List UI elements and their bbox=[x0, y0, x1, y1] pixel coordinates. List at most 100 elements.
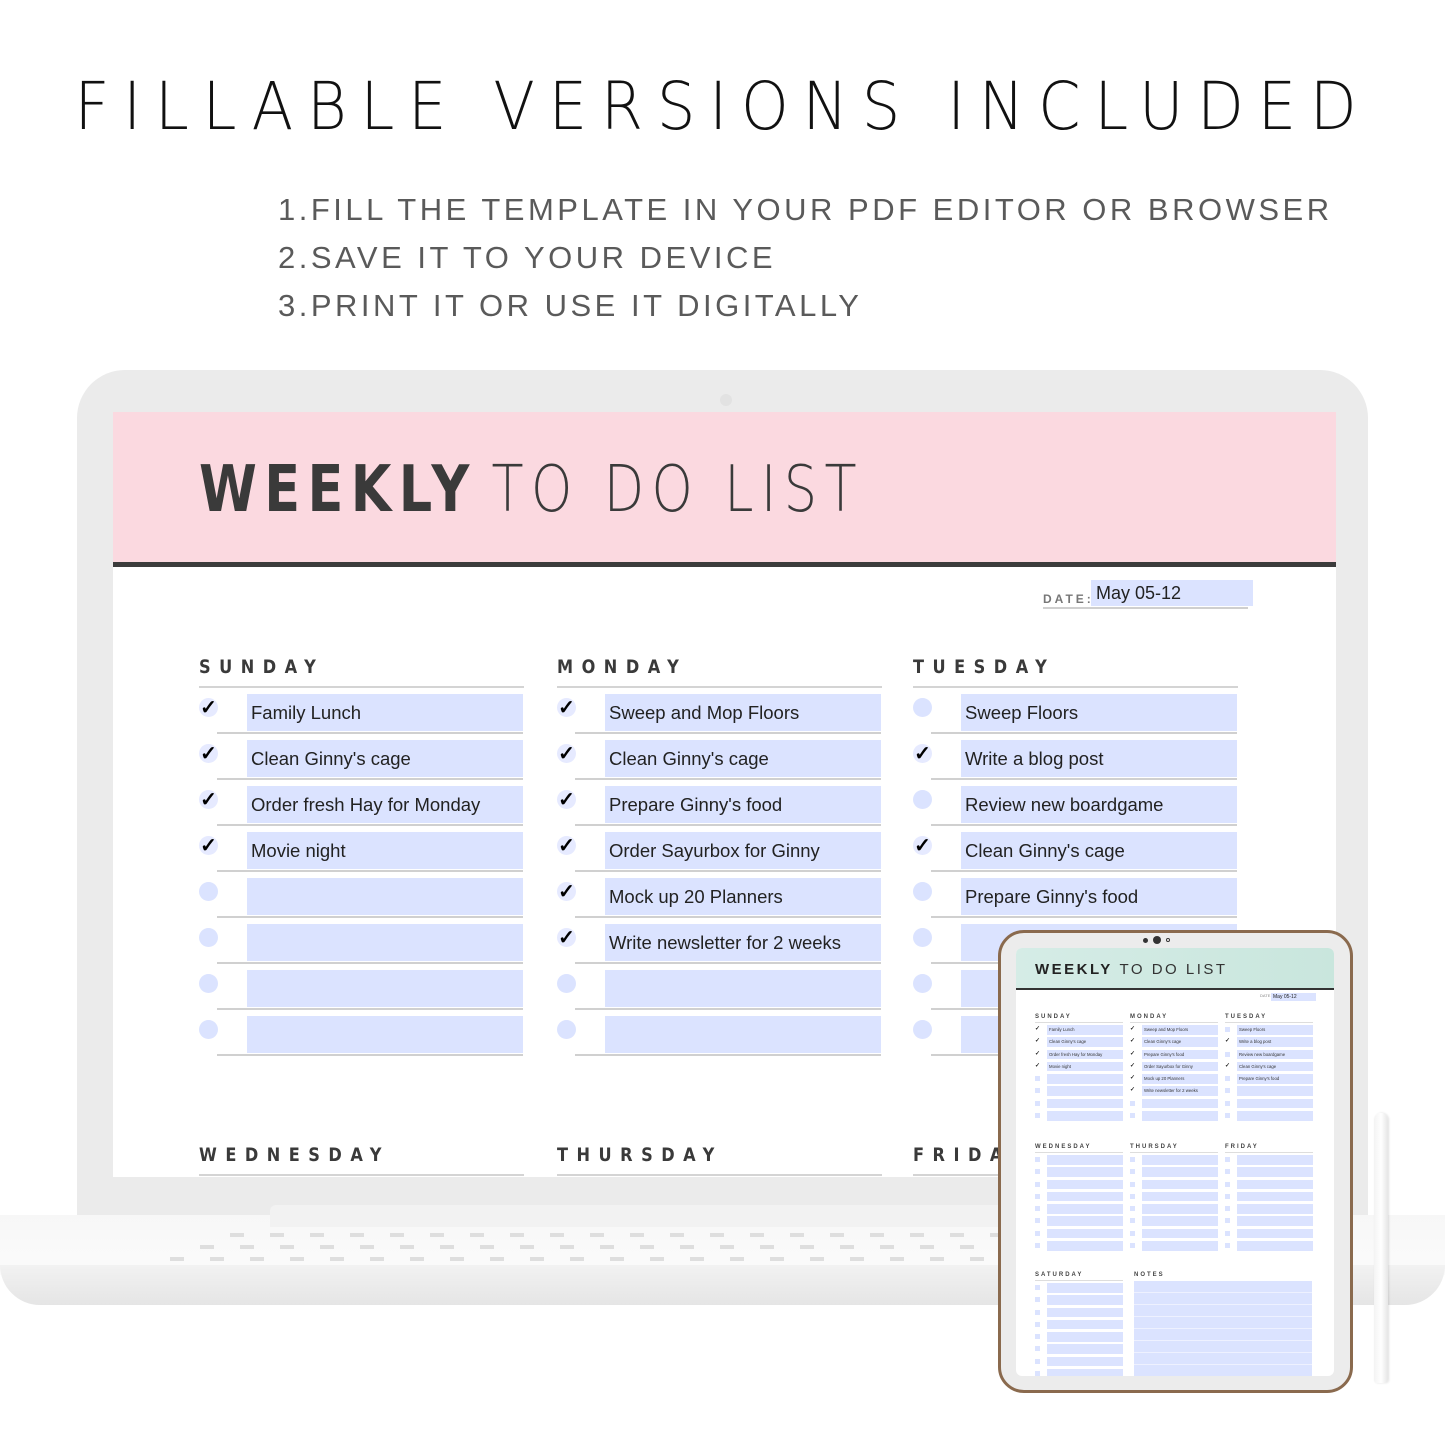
checkbox-unchecked[interactable] bbox=[557, 1020, 576, 1039]
task-input[interactable]: Prepare Ginny's food bbox=[961, 878, 1237, 915]
tablet-task-input[interactable]: Clean Ginny's cage bbox=[1047, 1037, 1123, 1047]
tablet-checkbox-unchecked[interactable] bbox=[1035, 1100, 1040, 1106]
tablet-checkbox-unchecked[interactable] bbox=[1130, 1193, 1135, 1199]
tablet-checkbox-unchecked[interactable] bbox=[1225, 1027, 1230, 1032]
task-input[interactable]: Family Lunch bbox=[247, 694, 523, 731]
tablet-task-input[interactable] bbox=[1047, 1204, 1123, 1214]
tablet-checkbox-checked[interactable]: ✓ bbox=[1130, 1087, 1135, 1093]
tablet-task-input[interactable] bbox=[1047, 1307, 1123, 1318]
tablet-task-input[interactable] bbox=[1047, 1241, 1123, 1251]
task-input[interactable] bbox=[247, 970, 523, 1007]
tablet-task-input[interactable]: Movie night bbox=[1047, 1061, 1123, 1072]
tablet-checkbox-checked[interactable]: ✓ bbox=[1035, 1063, 1040, 1069]
tablet-task-input[interactable] bbox=[1237, 1086, 1313, 1096]
tablet-task-input[interactable]: Family Lunch bbox=[1047, 1025, 1123, 1035]
tablet-task-input[interactable] bbox=[1047, 1074, 1123, 1084]
checkbox-unchecked[interactable] bbox=[913, 698, 932, 717]
tablet-task-input[interactable] bbox=[1237, 1204, 1313, 1214]
task-input[interactable]: Order Sayurbox for Ginny bbox=[605, 832, 881, 869]
tablet-task-input[interactable] bbox=[1047, 1228, 1123, 1239]
tablet-task-input[interactable] bbox=[1237, 1167, 1313, 1177]
tablet-task-input[interactable] bbox=[1142, 1191, 1218, 1202]
tablet-task-input[interactable] bbox=[1237, 1216, 1313, 1226]
tablet-checkbox-unchecked[interactable] bbox=[1130, 1157, 1135, 1162]
task-input[interactable]: Clean Ginny's cage bbox=[247, 740, 523, 777]
tablet-checkbox-checked[interactable]: ✓ bbox=[1225, 1038, 1230, 1044]
tablet-checkbox-unchecked[interactable] bbox=[1035, 1334, 1040, 1340]
tablet-task-input[interactable]: Clean Ginny's cage bbox=[1142, 1037, 1218, 1047]
date-input[interactable]: May 05-12 bbox=[1091, 580, 1253, 606]
task-input[interactable] bbox=[247, 924, 523, 961]
task-input[interactable] bbox=[605, 1016, 881, 1053]
tablet-task-input[interactable] bbox=[1237, 1179, 1313, 1190]
tablet-checkbox-unchecked[interactable] bbox=[1130, 1113, 1135, 1119]
tablet-task-input[interactable] bbox=[1237, 1228, 1313, 1239]
tablet-checkbox-unchecked[interactable] bbox=[1225, 1181, 1230, 1187]
tablet-task-input[interactable]: Mock up 20 Planners bbox=[1142, 1074, 1218, 1084]
checkbox-unchecked[interactable] bbox=[913, 928, 932, 947]
tablet-task-input[interactable] bbox=[1142, 1216, 1218, 1226]
tablet-checkbox-unchecked[interactable] bbox=[1225, 1169, 1230, 1175]
tablet-checkbox-checked[interactable]: ✓ bbox=[1130, 1026, 1135, 1032]
tablet-task-input[interactable] bbox=[1047, 1356, 1123, 1367]
tablet-checkbox-unchecked[interactable] bbox=[1035, 1309, 1040, 1315]
tablet-checkbox-unchecked[interactable] bbox=[1225, 1076, 1230, 1082]
task-input[interactable]: Prepare Ginny's food bbox=[605, 786, 881, 823]
tablet-checkbox-unchecked[interactable] bbox=[1225, 1230, 1230, 1236]
checkbox-unchecked[interactable] bbox=[913, 1020, 932, 1039]
tablet-checkbox-checked[interactable]: ✓ bbox=[1130, 1051, 1135, 1057]
tablet-task-input[interactable] bbox=[1047, 1098, 1123, 1109]
tablet-task-input[interactable]: Prepare Ginny's food bbox=[1237, 1074, 1313, 1084]
tablet-notes-field[interactable] bbox=[1134, 1281, 1312, 1376]
checkbox-unchecked[interactable] bbox=[199, 974, 218, 993]
tablet-checkbox-unchecked[interactable] bbox=[1035, 1371, 1040, 1376]
tablet-checkbox-checked[interactable]: ✓ bbox=[1130, 1038, 1135, 1044]
checkbox-checked[interactable]: ✓ bbox=[557, 928, 576, 948]
tablet-task-input[interactable] bbox=[1047, 1191, 1123, 1202]
tablet-task-input[interactable] bbox=[1047, 1216, 1123, 1226]
tablet-checkbox-unchecked[interactable] bbox=[1035, 1181, 1040, 1187]
tablet-checkbox-unchecked[interactable] bbox=[1035, 1206, 1040, 1212]
tablet-checkbox-checked[interactable]: ✓ bbox=[1130, 1063, 1135, 1069]
tablet-checkbox-checked[interactable]: ✓ bbox=[1225, 1063, 1230, 1069]
tablet-task-input[interactable]: Sweep Floors bbox=[1237, 1025, 1313, 1035]
tablet-checkbox-unchecked[interactable] bbox=[1035, 1113, 1040, 1119]
checkbox-checked[interactable]: ✓ bbox=[557, 790, 576, 810]
checkbox-checked[interactable]: ✓ bbox=[557, 744, 576, 764]
task-input[interactable]: Mock up 20 Planners bbox=[605, 878, 881, 915]
tablet-task-input[interactable]: Order Sayurbox for Ginny bbox=[1142, 1061, 1218, 1072]
tablet-task-input[interactable] bbox=[1047, 1332, 1123, 1342]
tablet-checkbox-unchecked[interactable] bbox=[1035, 1169, 1040, 1175]
tablet-task-input[interactable] bbox=[1237, 1191, 1313, 1202]
tablet-checkbox-checked[interactable]: ✓ bbox=[1035, 1038, 1040, 1044]
tablet-task-input[interactable] bbox=[1237, 1111, 1313, 1121]
tablet-task-input[interactable]: Clean Ginny's cage bbox=[1237, 1061, 1313, 1072]
task-input[interactable]: Order fresh Hay for Monday bbox=[247, 786, 523, 823]
tablet-task-input[interactable] bbox=[1047, 1155, 1123, 1165]
tablet-task-input[interactable]: Prepare Ginny's food bbox=[1142, 1049, 1218, 1060]
tablet-task-input[interactable] bbox=[1047, 1319, 1123, 1330]
tablet-checkbox-unchecked[interactable] bbox=[1035, 1193, 1040, 1199]
tablet-task-input[interactable] bbox=[1047, 1344, 1123, 1354]
tablet-checkbox-unchecked[interactable] bbox=[1225, 1243, 1230, 1249]
tablet-checkbox-unchecked[interactable] bbox=[1035, 1230, 1040, 1236]
checkbox-unchecked[interactable] bbox=[199, 928, 218, 947]
checkbox-unchecked[interactable] bbox=[913, 882, 932, 901]
task-input[interactable]: Clean Ginny's cage bbox=[605, 740, 881, 777]
tablet-checkbox-checked[interactable]: ✓ bbox=[1035, 1051, 1040, 1057]
tablet-checkbox-unchecked[interactable] bbox=[1130, 1243, 1135, 1249]
checkbox-unchecked[interactable] bbox=[199, 1020, 218, 1039]
tablet-task-input[interactable] bbox=[1237, 1241, 1313, 1251]
task-input[interactable]: Review new boardgame bbox=[961, 786, 1237, 823]
tablet-checkbox-unchecked[interactable] bbox=[1225, 1113, 1230, 1119]
checkbox-unchecked[interactable] bbox=[913, 974, 932, 993]
tablet-checkbox-unchecked[interactable] bbox=[1035, 1285, 1040, 1290]
task-input[interactable]: Movie night bbox=[247, 832, 523, 869]
tablet-task-input[interactable] bbox=[1142, 1098, 1218, 1109]
tablet-checkbox-unchecked[interactable] bbox=[1035, 1157, 1040, 1162]
checkbox-checked[interactable]: ✓ bbox=[913, 836, 932, 856]
checkbox-checked[interactable]: ✓ bbox=[199, 836, 218, 856]
checkbox-checked[interactable]: ✓ bbox=[557, 836, 576, 856]
tablet-checkbox-unchecked[interactable] bbox=[1225, 1157, 1230, 1162]
tablet-task-input[interactable] bbox=[1237, 1098, 1313, 1109]
